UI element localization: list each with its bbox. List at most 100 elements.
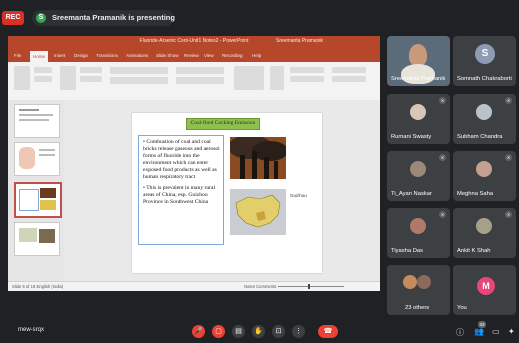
tab-transitions[interactable]: Transitions (96, 53, 118, 58)
shape-fill-button[interactable] (290, 67, 324, 73)
participant-tile[interactable]: ✕ Meghna Saha (453, 151, 516, 201)
participant-name: Ankit K Shah (457, 248, 491, 254)
ppt-status-bar: Slide 5 of 18 English (India) Notes Comm… (8, 281, 380, 291)
people-icon[interactable]: 👥 (474, 327, 484, 336)
align-buttons[interactable] (176, 77, 224, 84)
shapes-gallery[interactable] (234, 66, 264, 90)
copy-button[interactable] (34, 76, 52, 82)
participant-name: Ti_Ayan Naskar (391, 191, 432, 197)
participant-avatar (476, 161, 492, 177)
participant-tile[interactable]: Sreemanta Pramanik (387, 36, 450, 86)
ppt-ribbon-tabs: File Home Insert Design Transitions Anim… (8, 50, 380, 62)
tab-animations[interactable]: Animations (126, 53, 148, 58)
shape-outline-button[interactable] (290, 76, 324, 82)
tab-help[interactable]: Help (252, 53, 261, 58)
participant-avatar (403, 275, 417, 289)
present-icon[interactable]: ⊡ (272, 325, 285, 338)
slide-title-box[interactable]: Coal-fired Cocking Emission (186, 118, 260, 130)
self-tile[interactable]: M You (453, 265, 516, 315)
shared-screen: Fluoride-Arsenic Cont-Unit1 Notes2 - Pow… (8, 36, 380, 291)
reset-button[interactable] (80, 76, 102, 82)
tab-file[interactable]: File (14, 53, 21, 58)
tab-slide-show[interactable]: Slide Show (156, 53, 179, 58)
tab-design[interactable]: Design (74, 53, 88, 58)
new-slide-button[interactable] (60, 66, 76, 90)
zoom-slider[interactable] (278, 286, 344, 287)
slide-thumbnail[interactable] (14, 142, 60, 176)
participant-tile[interactable]: ✕ Subham Chandra (453, 94, 516, 144)
slide-text-box[interactable]: • Combustion of coal and coal bricks rel… (138, 135, 224, 245)
participant-avatar (410, 218, 426, 234)
ppt-title-bar: Fluoride-Arsenic Cont-Unit1 Notes2 - Pow… (8, 36, 380, 50)
raise-hand-icon[interactable]: ✋ (252, 325, 265, 338)
arrange-button[interactable] (270, 66, 284, 90)
mic-off-icon[interactable]: 🎤 (192, 325, 205, 338)
participant-avatar (410, 161, 426, 177)
participant-name: Somnath Chakraborti (457, 76, 512, 82)
participant-tile[interactable]: ✕ Tiyasha Das (387, 208, 450, 258)
slide-thumbnail[interactable] (14, 104, 60, 138)
tab-review[interactable]: Review (184, 53, 199, 58)
recording-badge: REC (2, 11, 24, 25)
mic-off-icon: ✕ (439, 97, 446, 104)
paste-button[interactable] (14, 66, 30, 90)
participant-tile[interactable]: ✕ Ti_Ayan Naskar (387, 151, 450, 201)
layout-button[interactable] (80, 67, 102, 73)
participant-video (409, 44, 427, 66)
mic-off-icon: ✕ (439, 154, 446, 161)
participant-avatar (476, 218, 492, 234)
more-options-icon[interactable]: ⋮ (292, 325, 305, 338)
end-call-icon[interactable]: ☎ (318, 325, 338, 338)
ppt-ribbon (8, 62, 380, 101)
participant-name: Meghna Saha (457, 191, 494, 197)
tab-insert[interactable]: Insert (54, 53, 65, 58)
tab-view[interactable]: View (204, 53, 214, 58)
font-format-buttons[interactable] (110, 77, 168, 84)
mic-off-icon: ✕ (505, 97, 512, 104)
mic-off-icon: ✕ (505, 211, 512, 218)
participant-name: You (457, 305, 467, 311)
mic-off-icon: ✕ (505, 154, 512, 161)
participant-tile[interactable]: ✕ Rumani Swasty (387, 94, 450, 144)
participant-avatar (476, 104, 492, 120)
others-tile[interactable]: 23 others (387, 265, 450, 315)
tab-recording[interactable]: Recording (222, 53, 243, 58)
slide-bullet: • This is prevalent in many rural areas … (143, 185, 216, 205)
slide-bullet: • Combustion of coal and coal bricks rel… (143, 139, 220, 180)
china-map-image (230, 189, 286, 235)
cut-button[interactable] (34, 67, 52, 73)
participant-tile[interactable]: ✕ Ankit K Shah (453, 208, 516, 258)
presenting-text: Sreemanta Pramanik is presenting (52, 13, 175, 22)
zoom-slider-knob[interactable] (308, 284, 310, 289)
participant-tile[interactable]: S Somnath Chakraborti (453, 36, 516, 86)
top-bar: REC S Sreemanta Pramanik is presenting (0, 0, 519, 30)
participant-name: Tiyasha Das (391, 248, 424, 254)
slide-thumbnail-selected[interactable] (14, 182, 62, 218)
paragraph-buttons[interactable] (176, 67, 224, 74)
self-avatar: M (477, 277, 495, 295)
map-label: Guizhou (290, 193, 307, 198)
participant-avatar (417, 275, 431, 289)
participant-name: Rumani Swasty (391, 134, 432, 140)
find-button[interactable] (332, 67, 366, 73)
replace-button[interactable] (332, 76, 366, 82)
chat-icon[interactable]: ▭ (492, 327, 500, 336)
others-count: 23 others (405, 305, 430, 311)
activities-icon[interactable]: ✦ (508, 327, 515, 336)
ppt-window-title: Fluoride-Arsenic Cont-Unit1 Notes2 - Pow… (139, 38, 249, 44)
slide-editor: Coal-fired Cocking Emission • Combustion… (64, 100, 380, 281)
people-count-badge: 33 (478, 321, 486, 328)
info-icon[interactable]: ⓘ (456, 327, 464, 338)
tab-home[interactable]: Home (30, 51, 49, 62)
presenter-avatar: S (36, 13, 46, 23)
slide-thumbnail[interactable] (14, 222, 60, 256)
slide-count: Slide 5 of 18 English (India) (12, 284, 64, 289)
notes-comments[interactable]: Notes Comments (244, 284, 276, 289)
camera-off-icon[interactable]: ▢ (212, 325, 225, 338)
current-slide[interactable]: Coal-fired Cocking Emission • Combustion… (132, 113, 322, 273)
participant-name: Sreemanta Pramanik (391, 76, 446, 82)
participant-avatar: S (475, 44, 495, 64)
mic-off-icon: ✕ (439, 211, 446, 218)
captions-icon[interactable]: ▤ (232, 325, 245, 338)
font-select[interactable] (110, 67, 168, 74)
